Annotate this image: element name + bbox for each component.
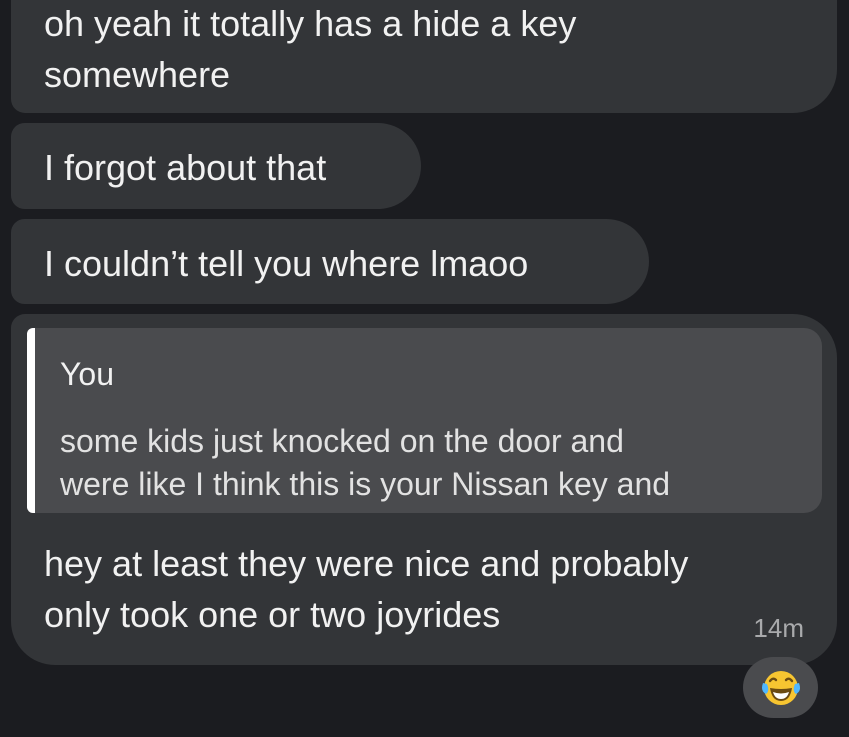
quoted-message-text: some kids just knocked on the door and w…	[60, 423, 671, 502]
quoted-message[interactable]: You some kids just knocked on the door a…	[27, 328, 822, 513]
reply-message-bubble[interactable]: You some kids just knocked on the door a…	[11, 314, 837, 665]
message-bubble[interactable]: oh yeah it totally has a hide a key some…	[11, 0, 837, 113]
message-bubble[interactable]: I couldn’t tell you where lmaoo	[11, 219, 649, 304]
message-reaction[interactable]	[743, 657, 818, 718]
quote-indicator-bar	[27, 328, 35, 513]
message-timestamp: 14m	[753, 613, 804, 643]
quoted-message-author: You	[60, 356, 114, 392]
laughing-with-tears-emoji-icon	[761, 670, 800, 705]
message-text: hey at least they were nice and probably…	[44, 543, 689, 635]
message-text: I couldn’t tell you where lmaoo	[44, 243, 529, 284]
message-text: oh yeah it totally has a hide a key some…	[44, 3, 577, 95]
conversation-view: oh yeah it totally has a hide a key some…	[0, 0, 849, 737]
message-text: I forgot about that	[44, 147, 327, 188]
message-bubble[interactable]: I forgot about that	[11, 123, 421, 209]
